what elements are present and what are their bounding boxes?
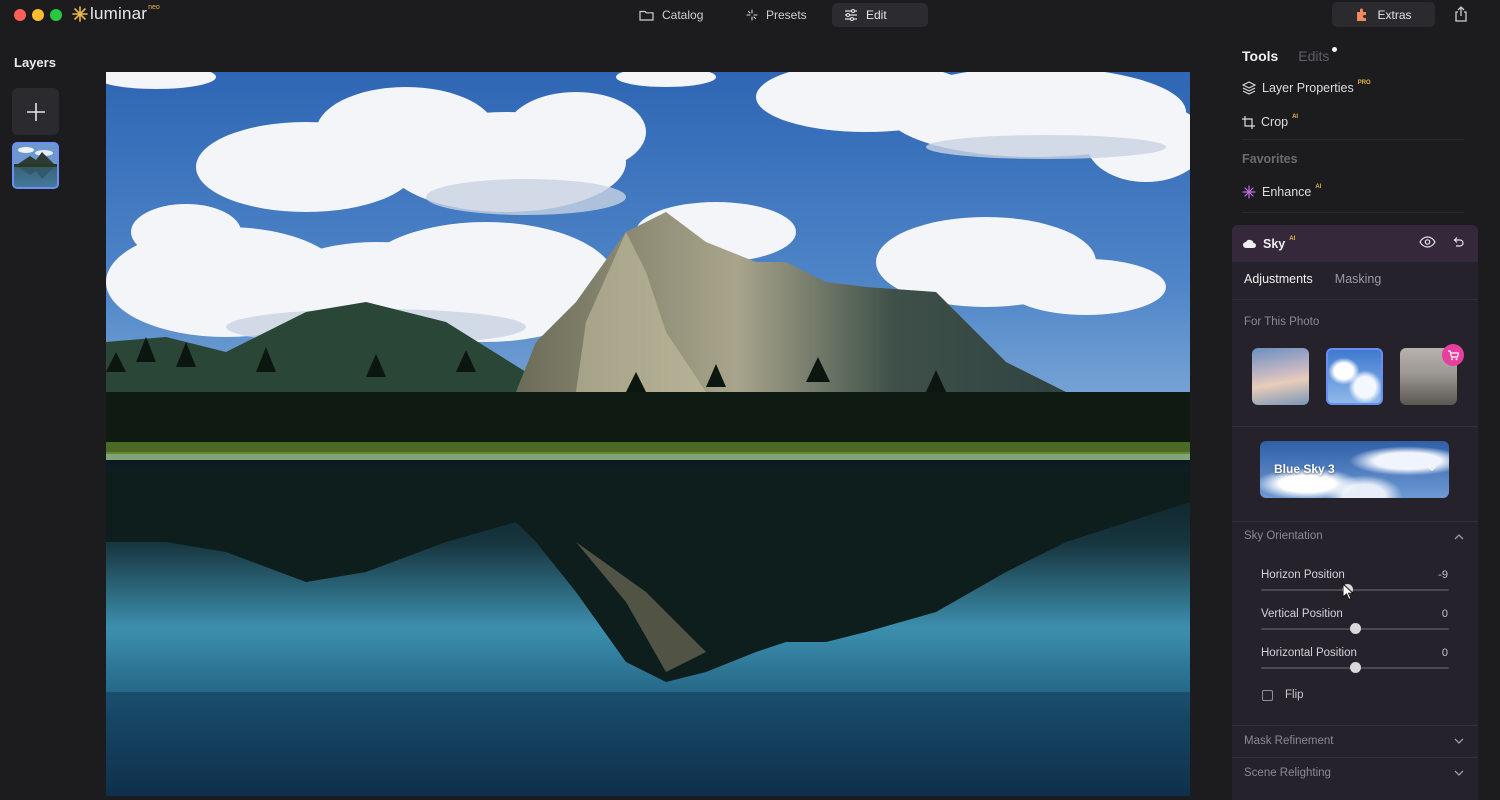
- ai-badge: AI: [1289, 235, 1296, 242]
- window-minimize-button[interactable]: [32, 9, 44, 21]
- horizon-position-value[interactable]: -9: [1438, 569, 1448, 581]
- add-layer-button[interactable]: [12, 88, 59, 135]
- edits-indicator-dot: [1332, 47, 1338, 52]
- tab-edits[interactable]: Edits: [1298, 47, 1338, 64]
- photo-canvas[interactable]: [106, 72, 1190, 796]
- horizontal-position-slider-handle[interactable]: [1350, 662, 1361, 673]
- divider: [1232, 299, 1478, 300]
- layer-thumbnail[interactable]: [12, 142, 59, 189]
- extras-button[interactable]: Extras: [1332, 2, 1435, 27]
- tool-layer-properties[interactable]: Layer Properties PRO: [1242, 80, 1371, 95]
- nav-presets[interactable]: Presets: [734, 3, 819, 27]
- nav-edit[interactable]: Edit: [832, 3, 928, 27]
- scene-relighting-title: Scene Relighting: [1244, 767, 1331, 779]
- tab-adjustments[interactable]: Adjustments: [1244, 272, 1313, 286]
- sky-orientation-title: Sky Orientation: [1244, 530, 1323, 542]
- luminar-star-icon: [72, 6, 88, 22]
- cloud-icon: [1243, 239, 1256, 248]
- presets-sparkle-icon: [746, 9, 758, 21]
- sky-tool-header[interactable]: Sky AI: [1232, 225, 1478, 262]
- mouse-pointer-icon: [1342, 583, 1354, 601]
- sky-tool-title: Sky: [1263, 236, 1286, 251]
- vertical-position-slider-handle[interactable]: [1350, 623, 1361, 634]
- chevron-down-icon: [1427, 465, 1437, 471]
- sky-orientation-header[interactable]: Sky Orientation: [1244, 530, 1466, 542]
- mask-refinement-title: Mask Refinement: [1244, 735, 1334, 747]
- plus-icon: [26, 102, 45, 121]
- tool-enhance[interactable]: Enhance AI: [1242, 184, 1322, 199]
- title-bar: luminar neo Catalog Presets Edit Extras: [0, 0, 1500, 30]
- flip-checkbox-box[interactable]: [1262, 689, 1273, 701]
- divider: [1232, 426, 1478, 427]
- layers-icon: [1242, 81, 1256, 95]
- landscape-photo: [106, 72, 1190, 796]
- vertical-position-label: Vertical Position: [1261, 608, 1343, 620]
- horizontal-position-label: Horizontal Position: [1261, 647, 1357, 659]
- panel-tabs: Tools Edits: [1242, 47, 1338, 64]
- share-button[interactable]: [1452, 5, 1470, 23]
- tab-edits-label: Edits: [1298, 48, 1330, 64]
- ai-badge: AI: [1292, 114, 1299, 120]
- horizontal-position-value[interactable]: 0: [1442, 647, 1448, 659]
- chevron-up-icon: [1454, 534, 1464, 540]
- chevron-down-icon: [1454, 738, 1464, 744]
- extras-label: Extras: [1377, 7, 1412, 22]
- layer-preview-image: [14, 144, 57, 187]
- sky-selection-dropdown[interactable]: Blue Sky 3: [1260, 441, 1449, 498]
- tool-enhance-label: Enhance: [1262, 185, 1312, 199]
- cart-icon[interactable]: [1442, 344, 1464, 366]
- divider: [1232, 521, 1478, 522]
- divider: [1232, 757, 1478, 758]
- sliders-icon: [845, 9, 857, 21]
- tab-tools[interactable]: Tools: [1242, 48, 1278, 64]
- app-name: luminar: [90, 4, 148, 23]
- sky-preset-thumbnail[interactable]: [1252, 348, 1309, 405]
- layers-title: Layers: [14, 55, 56, 70]
- folder-icon: [639, 10, 654, 21]
- nav-catalog-label: Catalog: [662, 8, 704, 22]
- flip-checkbox[interactable]: Flip: [1262, 689, 1304, 701]
- divider: [1232, 725, 1478, 726]
- cart-glyph: [1448, 349, 1459, 360]
- eye-icon[interactable]: [1419, 236, 1436, 248]
- nav-catalog[interactable]: Catalog: [627, 3, 715, 27]
- divider: [1242, 212, 1464, 213]
- for-this-photo-label: For This Photo: [1244, 316, 1320, 328]
- horizon-position-label: Horizon Position: [1261, 569, 1345, 581]
- horizon-position-slider[interactable]: [1261, 589, 1449, 591]
- pro-badge: PRO: [1357, 80, 1371, 86]
- app-logo: luminar neo: [72, 3, 160, 25]
- extras-puzzle-icon: [1357, 8, 1367, 21]
- nav-presets-label: Presets: [766, 8, 807, 22]
- share-icon: [1455, 6, 1467, 22]
- scene-relighting-header[interactable]: Scene Relighting: [1244, 767, 1466, 779]
- tool-layer-properties-label: Layer Properties: [1262, 81, 1354, 95]
- vertical-position-value[interactable]: 0: [1442, 608, 1448, 620]
- sky-tool-panel: Sky AI Adjustments Masking For This Phot…: [1232, 225, 1478, 800]
- app-edition-badge: neo: [148, 3, 160, 11]
- crop-icon: [1242, 115, 1255, 129]
- sky-selection-value: Blue Sky 3: [1274, 462, 1335, 476]
- sky-preset-thumbnail-selected[interactable]: [1326, 348, 1383, 405]
- window-maximize-button[interactable]: [50, 9, 62, 21]
- flip-label: Flip: [1285, 689, 1304, 701]
- ai-badge: AI: [1315, 184, 1322, 190]
- tool-crop[interactable]: Crop AI: [1242, 114, 1299, 129]
- window-close-button[interactable]: [14, 9, 26, 21]
- sky-subtabs: Adjustments Masking: [1244, 272, 1381, 286]
- mask-refinement-header[interactable]: Mask Refinement: [1244, 735, 1466, 747]
- chevron-down-icon: [1454, 770, 1464, 776]
- divider: [1242, 139, 1464, 140]
- tool-crop-label: Crop: [1261, 115, 1289, 129]
- sparkle-icon: [1242, 185, 1256, 199]
- reset-icon[interactable]: [1451, 236, 1464, 249]
- tab-masking[interactable]: Masking: [1335, 272, 1382, 286]
- favorites-title: Favorites: [1242, 152, 1298, 166]
- nav-edit-label: Edit: [866, 8, 887, 22]
